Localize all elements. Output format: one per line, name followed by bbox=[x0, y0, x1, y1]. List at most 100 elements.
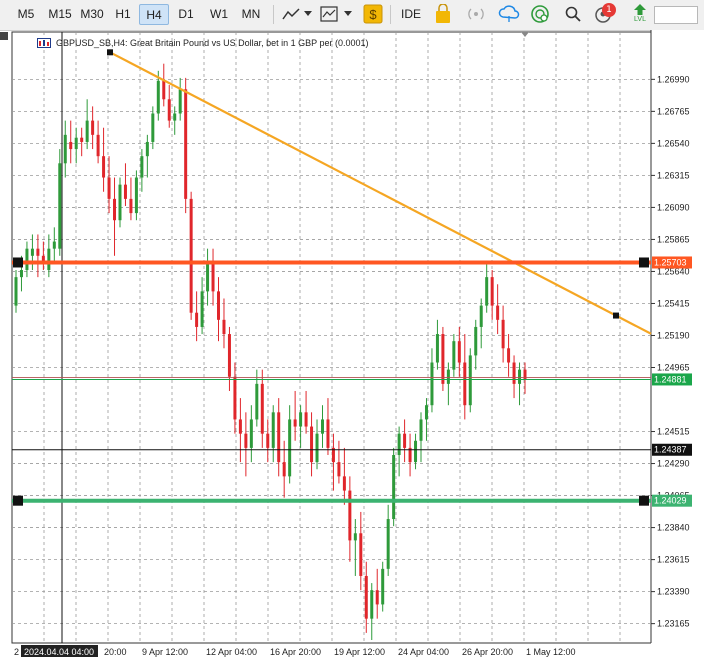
candle-bearish bbox=[113, 198, 117, 221]
candle-bearish bbox=[227, 334, 231, 377]
candle-bullish bbox=[47, 248, 51, 271]
candle-bullish bbox=[200, 291, 204, 327]
candle-bullish bbox=[25, 248, 29, 271]
price-tick-label: 1.24290 bbox=[657, 459, 690, 469]
candle-bearish bbox=[69, 141, 73, 150]
candle-bearish bbox=[91, 120, 95, 135]
candle-bullish bbox=[19, 270, 23, 278]
time-tick-label: 1 May 12:00 bbox=[526, 647, 576, 657]
candle-bullish bbox=[435, 334, 439, 363]
candle-bearish bbox=[310, 426, 314, 463]
price-tick-label: 1.24515 bbox=[657, 427, 690, 437]
price-tick-label: 1.24965 bbox=[657, 362, 690, 372]
lvl-icon[interactable]: LVL bbox=[630, 2, 650, 26]
candle-bullish bbox=[173, 113, 177, 121]
shopping-bag-icon[interactable] bbox=[432, 3, 454, 25]
template-icon[interactable] bbox=[318, 3, 340, 25]
candle-bullish bbox=[419, 419, 423, 441]
timeframe-h1[interactable]: H1 bbox=[110, 4, 136, 25]
cloud-icon[interactable] bbox=[497, 3, 521, 25]
candle-bearish bbox=[244, 433, 248, 448]
candle-bearish bbox=[337, 462, 341, 477]
candle-bullish bbox=[381, 568, 385, 605]
resistance-line-handle-right bbox=[639, 257, 649, 268]
time-tick-label: 24 Apr 04:00 bbox=[398, 647, 449, 657]
candle-bearish bbox=[342, 476, 346, 491]
candle-bullish bbox=[255, 383, 259, 420]
candle-bullish bbox=[485, 277, 489, 306]
candle-bearish bbox=[496, 305, 500, 320]
candle-bullish bbox=[63, 134, 67, 164]
candle-bullish bbox=[424, 405, 428, 420]
candle-bearish bbox=[293, 419, 297, 427]
price-tick-label: 1.23390 bbox=[657, 587, 690, 597]
candle-bearish bbox=[162, 80, 166, 100]
candle-bullish bbox=[118, 184, 122, 221]
timeframe-w1[interactable]: W1 bbox=[205, 4, 233, 25]
candle-bearish bbox=[260, 383, 264, 434]
dollar-icon[interactable]: $ bbox=[362, 3, 384, 25]
candle-bullish bbox=[414, 440, 418, 463]
chart-type-dropdown-icon[interactable] bbox=[302, 3, 314, 25]
signal-icon[interactable] bbox=[465, 3, 487, 25]
price-tick-label: 1.26765 bbox=[657, 106, 690, 116]
bid-price-label: 1.24881 bbox=[654, 374, 687, 384]
candle-bullish bbox=[85, 120, 89, 142]
candle-bearish bbox=[233, 376, 237, 420]
price-tick-label: 1.23165 bbox=[657, 619, 690, 629]
candle-bullish bbox=[452, 341, 456, 370]
price-tick-label: 1.26990 bbox=[657, 74, 690, 84]
candle-bullish bbox=[151, 113, 155, 142]
toolbar-separator bbox=[390, 5, 391, 24]
price-tick-label: 1.23840 bbox=[657, 523, 690, 533]
candle-bullish bbox=[52, 241, 56, 249]
toolbar: M5 M15 M30 H1 H4 D1 W1 MN $ IDE 1 LVL bbox=[0, 0, 704, 31]
candle-bearish bbox=[507, 348, 511, 363]
timeframe-m5[interactable]: M5 bbox=[10, 4, 42, 25]
timeframe-mn[interactable]: MN bbox=[236, 4, 266, 25]
candle-bullish bbox=[206, 262, 210, 292]
candle-bearish bbox=[277, 412, 281, 463]
candle-bullish bbox=[397, 433, 401, 456]
timeframe-d1[interactable]: D1 bbox=[172, 4, 200, 25]
timeframe-m15[interactable]: M15 bbox=[44, 4, 76, 25]
candle-bearish bbox=[490, 277, 494, 306]
candle-bearish bbox=[375, 590, 379, 605]
price-tick-label: 1.25415 bbox=[657, 298, 690, 308]
candle-bearish bbox=[36, 248, 40, 256]
search-icon[interactable] bbox=[562, 3, 584, 25]
time-tick-label: 20:00 bbox=[104, 647, 127, 657]
notification-badge: 1 bbox=[602, 3, 616, 17]
candle-bullish bbox=[518, 369, 522, 384]
candle-bearish bbox=[463, 362, 467, 406]
globe-icon[interactable] bbox=[529, 3, 551, 25]
candle-bearish bbox=[512, 362, 516, 384]
time-tick-label: 16 Apr 20:00 bbox=[270, 647, 321, 657]
timeframe-h4[interactable]: H4 bbox=[139, 4, 169, 25]
toolbar-separator bbox=[273, 5, 274, 24]
trendline-anchor-end bbox=[613, 312, 619, 319]
candle-bearish bbox=[523, 369, 527, 380]
candle-bearish bbox=[217, 291, 221, 320]
timeframe-m30[interactable]: M30 bbox=[76, 4, 108, 25]
candle-bullish bbox=[249, 419, 253, 448]
ide-button[interactable]: IDE bbox=[396, 4, 426, 25]
candle-bullish bbox=[271, 412, 275, 448]
template-dropdown-icon[interactable] bbox=[342, 3, 354, 25]
candle-bullish bbox=[370, 590, 374, 619]
candle-bullish bbox=[14, 277, 18, 306]
candle-bullish bbox=[474, 326, 478, 356]
price-axis bbox=[651, 30, 704, 669]
price-tick-label: 1.25190 bbox=[657, 330, 690, 340]
chart-area[interactable]: 1.26990 1.26765 1.26540 1.26315 1.26090 1.258… bbox=[0, 30, 704, 669]
line-chart-icon[interactable] bbox=[280, 3, 302, 25]
time-tick-label: 19 Apr 12:00 bbox=[334, 647, 385, 657]
candle-bearish bbox=[195, 312, 199, 327]
price-tick-label: 1.26315 bbox=[657, 170, 690, 180]
search-input[interactable] bbox=[654, 6, 698, 24]
candle-bullish bbox=[446, 369, 450, 384]
time-tick-label: 9 Apr 12:00 bbox=[142, 647, 188, 657]
chart-window-icon bbox=[37, 38, 51, 48]
price-chart[interactable]: 1.26990 1.26765 1.26540 1.26315 1.26090 1.258… bbox=[0, 30, 704, 669]
candle-bearish bbox=[326, 419, 330, 448]
